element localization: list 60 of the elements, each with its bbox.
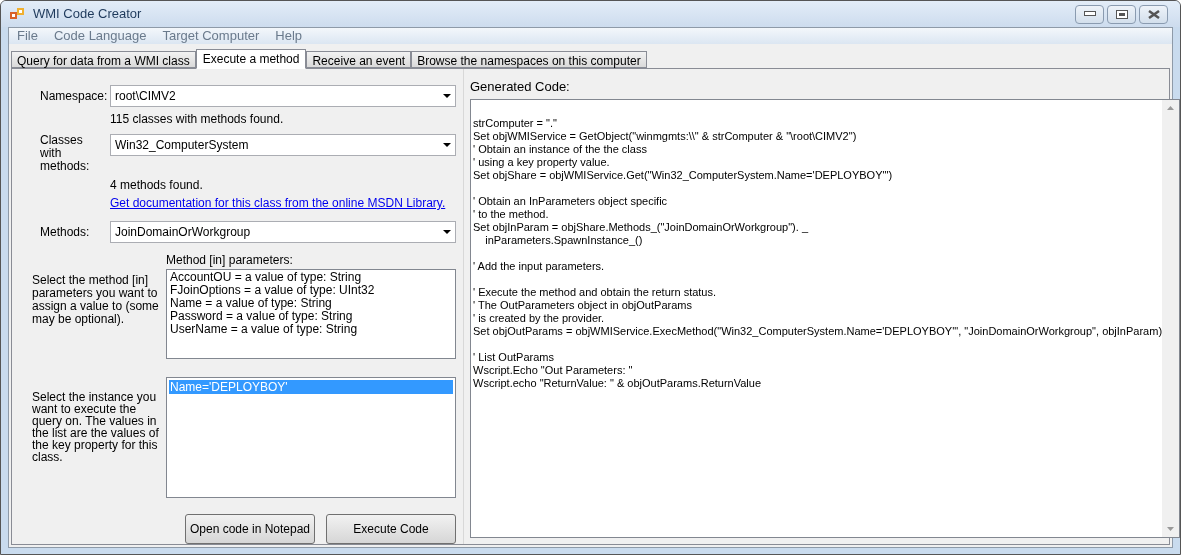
- maximize-icon: [1115, 9, 1128, 19]
- parameters-title: Method [in] parameters:: [166, 252, 294, 269]
- app-icon: [9, 6, 25, 22]
- maximize-button[interactable]: [1107, 4, 1136, 24]
- minimize-icon: [1083, 11, 1096, 17]
- scrollbar[interactable]: [1162, 99, 1180, 537]
- methods-status: 4 methods found.: [110, 177, 204, 194]
- code-line: Set objInParam = objShare.Methods_("JoinDomainOrWorkgroup"). _: [473, 220, 810, 234]
- code-line: ' Obtain an InParameters object specific: [473, 194, 669, 208]
- code-line: Set objShare = objWMIService.Get("Win32_ComputerSystem.Name='DEPLOYBOY'"): [473, 168, 894, 182]
- open-notepad-button[interactable]: Open code in Notepad: [185, 514, 315, 544]
- parameter-item[interactable]: FJoinOptions = a value of type: UInt32: [170, 284, 452, 297]
- parameter-item[interactable]: UserName = a value of type: String: [170, 323, 452, 336]
- code-line: strComputer = ".": [473, 116, 558, 130]
- scroll-up-icon: [1167, 105, 1175, 110]
- parameter-item[interactable]: AccountOU = a value of type: String: [170, 271, 452, 284]
- menu-item[interactable]: File: [17, 26, 38, 46]
- close-icon: [1147, 9, 1160, 19]
- window-title: WMI Code Creator: [33, 5, 143, 24]
- parameter-item[interactable]: Password = a value of type: String: [170, 310, 452, 323]
- parameter-item[interactable]: Name = a value of type: String: [170, 297, 452, 310]
- code-line: ' Obtain an instance of the the class: [473, 142, 648, 156]
- methods-label: Methods:: [39, 224, 91, 241]
- dropdown-arrow-icon: [443, 143, 451, 147]
- code-line: ' List OutParams: [473, 350, 555, 364]
- tab[interactable]: Query for data from a WMI class: [11, 51, 196, 68]
- generated-code-title: Generated Code:: [470, 78, 571, 96]
- scroll-down-icon: [1167, 527, 1175, 531]
- class-dropdown[interactable]: Win32_ComputerSystem: [110, 134, 456, 156]
- namespace-status: 115 classes with methods found.: [110, 111, 285, 128]
- menu-item[interactable]: Code Language: [53, 26, 147, 46]
- method-dropdown[interactable]: JoinDomainOrWorkgroup: [110, 221, 456, 243]
- code-line: ' using a key property value.: [473, 155, 611, 169]
- parameters-list[interactable]: AccountOU = a value of type: String FJoinOptions = a value of type: UInt32 Name = a value of type: String Password = a value of type: String UserName = a value of type: String: [166, 269, 456, 359]
- code-line: Wscript.Echo "Out Parameters: ": [473, 363, 634, 377]
- code-line: ' is created by the provider.: [473, 311, 606, 325]
- minimize-button[interactable]: [1075, 4, 1104, 24]
- namespace-dropdown[interactable]: root\CIMV2: [110, 85, 456, 107]
- menu-item[interactable]: Target Computer: [162, 26, 260, 46]
- code-line: ' The OutParameters object in objOutParams: [473, 298, 693, 312]
- documentation-link[interactable]: Get documentation for this class from the online MSDN Library.: [110, 194, 446, 212]
- code-editor[interactable]: [470, 98, 1180, 538]
- code-line: Set objWMIService = GetObject("winmgmts:\\" & strComputer & "\root\CIMV2"): [473, 129, 858, 143]
- dropdown-arrow-icon: [443, 94, 451, 98]
- code-line: Set objOutParams = objWMIService.ExecMethod("Win32_ComputerSystem.Name='DEPLOYBOY'", "JoinDomainOrWorkgroup", objInParam): [473, 324, 1163, 338]
- execute-button[interactable]: Execute Code: [326, 514, 456, 544]
- code-line: ' Add the input parameters.: [473, 259, 606, 273]
- tab[interactable]: Receive an event: [306, 51, 412, 68]
- tab[interactable]: Execute a method: [195, 49, 307, 69]
- tab[interactable]: Browse the namespaces on this computer: [411, 51, 647, 68]
- instances-hint: Select the instance you want to execute the query on. The values in the list are the values of the key property for this class.: [32, 391, 160, 466]
- parameters-hint: Select the method [in] parameters you want to assign a value to (some may be optional).: [32, 274, 160, 328]
- code-line: ' Execute the method and obtain the return status.: [473, 285, 718, 299]
- code-line: ' to the method.: [473, 207, 550, 221]
- dropdown-arrow-icon: [443, 230, 451, 234]
- code-line: inParameters.SpawnInstance_(): [484, 233, 644, 247]
- menu-item[interactable]: Help: [275, 26, 303, 46]
- close-button[interactable]: [1139, 4, 1168, 24]
- classes-label: Classes with methods:: [39, 134, 91, 173]
- code-line: Wscript.echo "ReturnValue: " & objOutParams.ReturnValue: [473, 376, 763, 390]
